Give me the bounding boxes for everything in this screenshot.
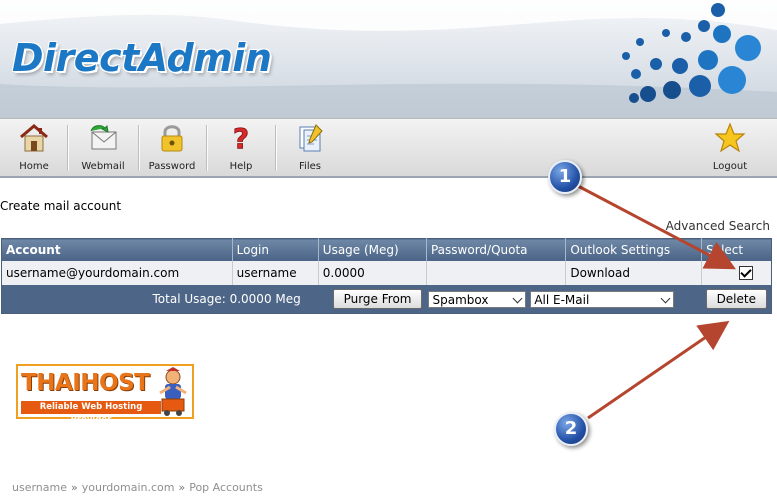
- toolbar-label: Files: [299, 161, 321, 172]
- mascot-icon: [159, 367, 187, 416]
- select-checkbox[interactable]: [739, 266, 753, 281]
- toolbar-separator: [275, 125, 277, 171]
- star-icon: [714, 122, 746, 153]
- toolbar-label: Logout: [712, 161, 748, 172]
- column-header-select: Select: [701, 238, 772, 261]
- toolbar-label: Help: [229, 161, 253, 172]
- column-header-account[interactable]: Account: [1, 238, 233, 261]
- callout-badge-1: 1: [548, 160, 582, 194]
- chevron-down-icon: [660, 293, 671, 303]
- table-header-row: Account Login Usage (Meg) Password/Quota…: [1, 238, 772, 261]
- breadcrumb-user[interactable]: username: [12, 481, 67, 494]
- column-header-usage[interactable]: Usage (Meg): [318, 238, 427, 261]
- purge-folder-value: Spambox: [432, 292, 489, 307]
- total-usage-cell: Total Usage: 0.0000 Meg Purge From: [1, 285, 427, 314]
- toolbar-webmail[interactable]: Webmail: [72, 121, 134, 177]
- delete-cell: Delete: [701, 285, 772, 314]
- table-footer-row: Total Usage: 0.0000 Meg Purge From Spamb…: [1, 285, 772, 314]
- usage-cell: 0.0000: [318, 261, 427, 285]
- breadcrumb-separator-icon: »: [178, 481, 186, 494]
- toolbar-label: Webmail: [81, 161, 125, 172]
- toolbar-separator: [206, 125, 208, 171]
- column-header-outlook: Outlook Settings: [565, 238, 703, 261]
- breadcrumb-current[interactable]: Pop Accounts: [189, 481, 263, 494]
- table-row: username@yourdomain.com username 0.0000 …: [1, 261, 772, 285]
- breadcrumb-separator-icon: »: [71, 481, 78, 494]
- logo-tagline: Reliable Web Hosting Provider: [21, 401, 161, 425]
- toolbar-separator: [138, 125, 140, 171]
- purge-filter-value: All E-Mail: [534, 292, 590, 307]
- bubbles-decoration: [622, 3, 761, 103]
- password-quota-cell[interactable]: [426, 261, 567, 285]
- help-icon: ?: [232, 122, 249, 154]
- accounts-table: Account Login Usage (Meg) Password/Quota…: [1, 238, 772, 314]
- purge-from-button[interactable]: Purge From: [332, 289, 423, 309]
- toolbar-label: Home: [19, 161, 49, 172]
- breadcrumb-domain[interactable]: yourdomain.com: [82, 481, 175, 494]
- thaihost-logo[interactable]: THAIHOST Reliable Web Hosting Provider: [16, 364, 194, 425]
- lock-icon: [161, 125, 183, 152]
- toolbar-home[interactable]: Home: [6, 121, 62, 177]
- column-header-login[interactable]: Login: [232, 238, 319, 261]
- purge-filter-select[interactable]: All E-Mail: [530, 290, 675, 308]
- account-cell: username@yourdomain.com: [1, 261, 233, 285]
- column-header-password-quota: Password/Quota: [426, 238, 567, 261]
- select-cell: [701, 261, 772, 285]
- header-banner: DirectAdmin: [0, 0, 777, 118]
- callout-badge-2: 2: [554, 412, 588, 446]
- webmail-icon: [90, 124, 117, 150]
- toolbar-files[interactable]: Files: [281, 121, 339, 177]
- logo-name: THAIHOST: [21, 370, 150, 396]
- breadcrumb: username» yourdomain.com» Pop Accounts: [12, 481, 263, 494]
- home-icon: [20, 124, 48, 152]
- arrow-to-delete: [587, 320, 730, 420]
- toolbar-help[interactable]: ? Help: [212, 121, 270, 177]
- toolbar: Home Webmail Password ? Help Files Logou…: [0, 118, 777, 178]
- login-cell: username: [232, 261, 319, 285]
- outlook-download-link[interactable]: Download: [565, 261, 703, 285]
- total-usage-text: Total Usage: 0.0000 Meg: [152, 292, 301, 306]
- chevron-down-icon: [513, 293, 523, 303]
- files-icon: [299, 124, 323, 152]
- delete-button[interactable]: Delete: [705, 289, 767, 309]
- toolbar-label: Password: [148, 161, 196, 172]
- page-title: Create mail account: [0, 199, 122, 213]
- purge-options-cell: Spambox All E-Mail: [426, 285, 702, 314]
- toolbar-separator: [67, 125, 69, 171]
- toolbar-logout[interactable]: Logout: [700, 121, 760, 177]
- advanced-search-link[interactable]: Advanced Search: [666, 219, 770, 233]
- purge-folder-select[interactable]: Spambox: [428, 290, 527, 308]
- toolbar-password[interactable]: Password: [143, 121, 201, 177]
- brand-logo[interactable]: DirectAdmin: [12, 36, 272, 80]
- svg-text:?: ?: [233, 122, 249, 154]
